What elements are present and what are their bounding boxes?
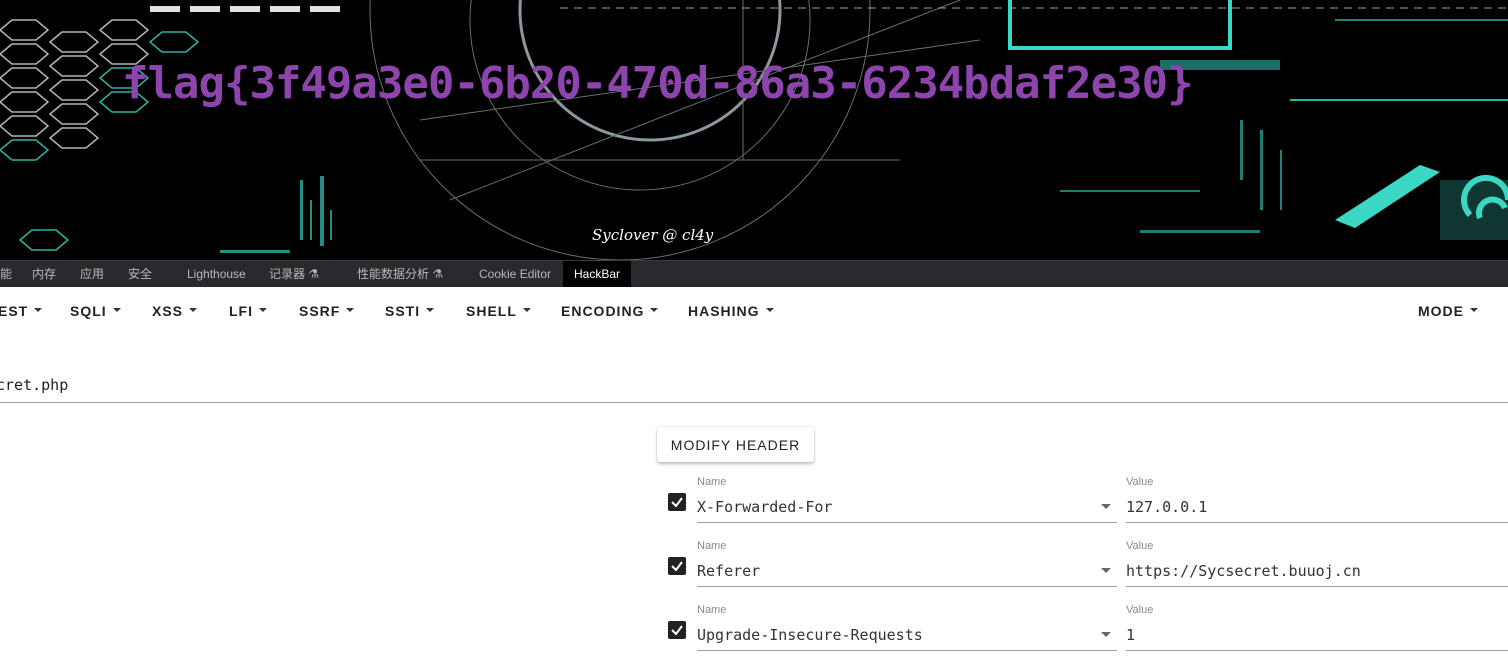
header-row: Name Referer Value https://Sycsecret.buu… xyxy=(0,540,1508,600)
chevron-down-icon xyxy=(765,308,774,313)
tab-recorder[interactable]: 记录器 ⚗ xyxy=(269,261,319,287)
header-name-label: Name xyxy=(697,604,727,616)
header-enabled-checkbox[interactable] xyxy=(668,557,686,575)
menu-ssti[interactable]: SSTI xyxy=(385,303,435,319)
chevron-down-icon xyxy=(426,308,435,313)
modify-header-button[interactable]: MODIFY HEADER xyxy=(657,427,814,462)
header-enabled-checkbox[interactable] xyxy=(668,493,686,511)
tab-lighthouse[interactable]: Lighthouse xyxy=(187,261,246,287)
menu-shell[interactable]: SHELL xyxy=(466,303,531,319)
tab-security[interactable]: 安全 xyxy=(128,261,152,287)
tab-cookie-editor[interactable]: Cookie Editor xyxy=(479,261,551,287)
hackbar-menu-bar: EST SQLI XSS LFI SSRF SSTI SHELL ENCODIN… xyxy=(0,287,1508,335)
hud-background-graphic xyxy=(0,0,1508,260)
devtools-tab-strip: 能 内存 应用 安全 Lighthouse 记录器 ⚗ 性能数据分析 ⚗ Coo… xyxy=(0,260,1508,287)
chevron-down-icon xyxy=(650,308,659,313)
menu-sqli[interactable]: SQLI xyxy=(70,303,121,319)
menu-hashing[interactable]: HASHING xyxy=(688,303,774,319)
header-value-label: Value xyxy=(1126,476,1154,488)
chevron-down-icon xyxy=(189,308,198,313)
header-row: Name X-Forwarded-For Value 127.0.0.1 xyxy=(0,476,1508,536)
header-value-field[interactable]: 1 xyxy=(1126,620,1508,651)
dropdown-arrow-icon[interactable] xyxy=(1101,504,1111,509)
chevron-down-icon xyxy=(259,308,267,313)
menu-ssrf[interactable]: SSRF xyxy=(299,303,355,319)
header-name-label: Name xyxy=(697,540,727,552)
tab-hackbar[interactable]: HackBar xyxy=(563,261,632,287)
tab-memory[interactable]: 内存 xyxy=(32,261,56,287)
flag-text: flag{3f49a3e0-6b20-470d-86a3-6234bdaf2e3… xyxy=(122,58,1194,109)
header-value-label: Value xyxy=(1126,540,1154,552)
header-row: Name Upgrade-Insecure-Requests Value 1 xyxy=(0,604,1508,664)
checkmark-icon xyxy=(671,625,683,636)
chevron-down-icon xyxy=(522,308,531,313)
dropdown-arrow-icon[interactable] xyxy=(1101,632,1111,637)
checkmark-icon xyxy=(671,561,683,572)
menu-lfi[interactable]: LFI xyxy=(229,303,267,319)
header-value-label: Value xyxy=(1126,604,1154,616)
page-banner: flag{3f49a3e0-6b20-470d-86a3-6234bdaf2e3… xyxy=(0,0,1508,260)
tab-performance-insights[interactable]: 性能数据分析 ⚗ xyxy=(357,261,443,287)
credit-text: Syclover @ cl4y xyxy=(592,226,714,244)
url-input[interactable]: cret.php xyxy=(0,368,1508,403)
menu-request[interactable]: EST xyxy=(0,303,43,319)
chevron-down-icon xyxy=(34,308,43,313)
url-text: cret.php xyxy=(0,376,69,394)
header-enabled-checkbox[interactable] xyxy=(668,621,686,639)
tab-performance[interactable]: 能 xyxy=(0,261,12,287)
tab-application[interactable]: 应用 xyxy=(80,261,104,287)
dropdown-arrow-icon[interactable] xyxy=(1101,568,1111,573)
chevron-down-icon xyxy=(1470,308,1478,313)
header-value-field[interactable]: 127.0.0.1 xyxy=(1126,492,1508,523)
menu-mode[interactable]: MODE xyxy=(1418,303,1478,319)
checkmark-icon xyxy=(671,497,683,508)
chevron-down-icon xyxy=(112,308,121,313)
menu-xss[interactable]: XSS xyxy=(152,303,198,319)
header-name-field[interactable]: Upgrade-Insecure-Requests xyxy=(697,620,1117,651)
header-name-field[interactable]: Referer xyxy=(697,556,1117,587)
header-name-field[interactable]: X-Forwarded-For xyxy=(697,492,1117,523)
chevron-down-icon xyxy=(346,308,355,313)
header-value-field[interactable]: https://Sycsecret.buuoj.cn xyxy=(1126,556,1508,587)
menu-encoding[interactable]: ENCODING xyxy=(561,303,659,319)
header-name-label: Name xyxy=(697,476,727,488)
